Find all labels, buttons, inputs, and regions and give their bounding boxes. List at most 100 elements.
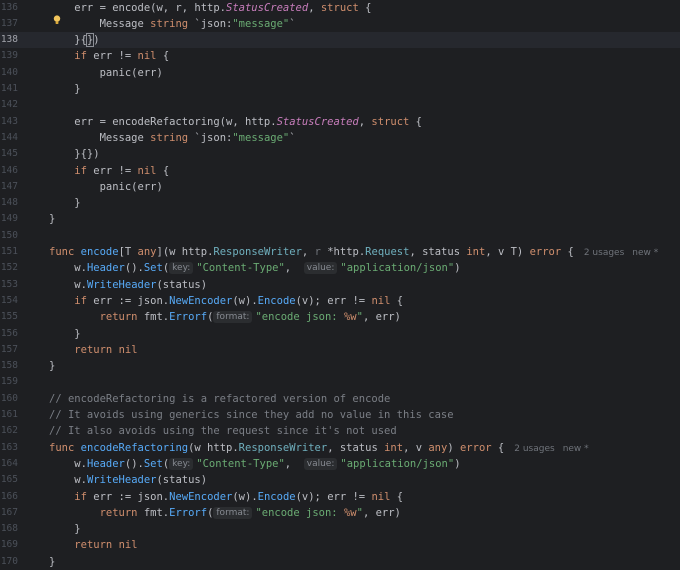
code-token: Set [143, 457, 163, 470]
code-line[interactable]: 148 } [0, 195, 680, 211]
code-text: } [49, 326, 81, 342]
code-token: (w). [232, 294, 258, 307]
code-line[interactable]: 169 return nil [0, 537, 680, 553]
code-line[interactable]: 149} [0, 211, 680, 227]
line-number: 148 [0, 197, 18, 209]
line-number: 161 [0, 409, 18, 420]
code-text: Message string `json:"message"` [49, 130, 296, 146]
code-line[interactable]: 163 func encodeRefactoring(w http.Respons… [0, 440, 680, 456]
code-token: , v T) [485, 246, 530, 258]
code-line[interactable]: 142 [0, 97, 680, 113]
code-line[interactable]: 161 // It avoids using generics since the… [0, 407, 680, 423]
code-token: , [301, 246, 315, 258]
code-line[interactable]: 138 }{}) [0, 32, 680, 49]
code-line[interactable]: 166 if err := json.NewEncoder(w).Encode(… [0, 489, 680, 505]
usages-link[interactable]: 2 usages [514, 444, 554, 454]
code-line[interactable]: 152 w.Header().Set(key: "Content-Type", v… [0, 260, 680, 276]
code-token: { [156, 164, 170, 177]
code-token: %w [343, 311, 357, 324]
code-line[interactable]: 160 // encodeRefactoring is a refactored … [0, 391, 680, 407]
code-token: err != [86, 50, 138, 63]
code-line[interactable]: 140 panic(err) [0, 65, 680, 81]
code-token: WriteHeader [86, 278, 157, 291]
code-text: }{}) [49, 32, 100, 48]
code-token: StatusCreated [226, 1, 309, 14]
code-line[interactable]: 168 } [0, 521, 680, 537]
code-line[interactable]: 167 return fmt.Errorf(format: "encode jso… [0, 505, 680, 521]
code-token: Message [49, 17, 151, 30]
code-token: "message" [232, 17, 290, 30]
code-token: return [99, 506, 138, 519]
code-line[interactable]: 159 [0, 374, 680, 390]
code-line[interactable]: 165 w.WriteHeader(status) [0, 472, 680, 488]
author-hint[interactable]: new * [563, 444, 589, 454]
code-line[interactable]: 136 err = encode(w, r, http.StatusCreate… [0, 0, 680, 16]
code-line[interactable]: 157 return nil [0, 342, 680, 358]
code-line[interactable]: 146 if err != nil { [0, 163, 680, 179]
code-token: "application/json" [340, 457, 455, 470]
code-line[interactable]: 164 w.Header().Set(key: "Content-Type", v… [0, 456, 680, 472]
code-token: ResponseWriter [238, 441, 328, 454]
code-line[interactable]: 147 panic(err) [0, 179, 680, 195]
author-hint[interactable]: new * [632, 248, 658, 258]
code-token: w. [49, 457, 87, 470]
code-line[interactable]: 151 func encode[T any](w http.ResponseWri… [0, 244, 680, 260]
code-line[interactable]: 156 } [0, 326, 680, 342]
code-line[interactable]: 155 return fmt.Errorf(format: "encode jso… [0, 309, 680, 325]
code-token: // encodeRefactoring is a refactored ver… [49, 392, 391, 405]
code-vision-hints[interactable]: 2 usages new * [514, 444, 596, 454]
code-token: "Content-Type" [196, 262, 285, 275]
code-token: StatusCreated [276, 115, 359, 128]
code-line[interactable]: 139 if err != nil { [0, 48, 680, 64]
code-token: if [74, 294, 87, 307]
line-number: 159 [0, 376, 18, 388]
code-editor[interactable]: 136 err = encode(w, r, http.StatusCreate… [0, 0, 680, 570]
code-line[interactable]: 162 // It also avoids using the request s… [0, 423, 680, 439]
code-line[interactable]: 144 Message string `json:"message"` [0, 130, 680, 146]
code-token: w. [49, 262, 87, 275]
code-token: error [459, 441, 492, 454]
code-line[interactable]: 158} [0, 358, 680, 374]
code-token: { [390, 490, 404, 503]
code-line[interactable]: 154 if err := json.NewEncoder(w).Encode(… [0, 293, 680, 309]
code-token: any [428, 441, 448, 454]
code-line[interactable]: 143 err = encodeRefactoring(w, http.Stat… [0, 114, 680, 130]
code-token: nil [118, 343, 138, 356]
code-token: "application/json" [340, 262, 455, 275]
parameter-hint: format: [213, 311, 253, 324]
code-token: Encode [257, 490, 296, 503]
code-line[interactable]: 170} [0, 554, 680, 570]
line-number: 168 [0, 523, 18, 535]
code-token: } [49, 83, 81, 95]
code-token: WriteHeader [86, 474, 157, 487]
code-token: panic(err) [49, 66, 163, 79]
code-text: func encode[T any](w http.ResponseWriter… [49, 244, 666, 261]
code-line[interactable]: 137 Message string `json:"message"` [0, 16, 680, 32]
usages-link[interactable]: 2 usages [584, 248, 624, 258]
code-line[interactable]: 145 }{}) [0, 146, 680, 162]
parameter-hint: value: [303, 457, 338, 470]
code-token: fmt. [137, 506, 170, 519]
code-token: err != [86, 164, 138, 177]
line-number: 142 [0, 99, 18, 111]
code-token: "encode json: [255, 311, 344, 324]
code-token: return [74, 343, 113, 356]
code-text: if err != nil { [49, 163, 169, 179]
code-token: func [49, 246, 75, 258]
code-token: err := json. [86, 490, 170, 503]
code-token: "encode json: [255, 506, 344, 519]
code-token: } [49, 327, 81, 340]
code-text: if err := json.NewEncoder(w).Encode(v); … [49, 489, 403, 505]
code-vision-hints[interactable]: 2 usages new * [584, 248, 666, 258]
code-line[interactable]: 141 } [0, 81, 680, 97]
code-text: w.Header().Set(key: "Content-Type", value… [49, 260, 461, 276]
lightbulb-icon[interactable] [53, 15, 61, 25]
code-text: w.Header().Set(key: "Content-Type", value… [49, 456, 461, 472]
code-line[interactable]: 153 w.WriteHeader(status) [0, 277, 680, 293]
code-text: return fmt.Errorf(format: "encode json: %… [49, 309, 401, 325]
code-line[interactable]: 150 [0, 228, 680, 244]
code-text: } [49, 211, 55, 227]
line-number: 136 [0, 1, 18, 13]
